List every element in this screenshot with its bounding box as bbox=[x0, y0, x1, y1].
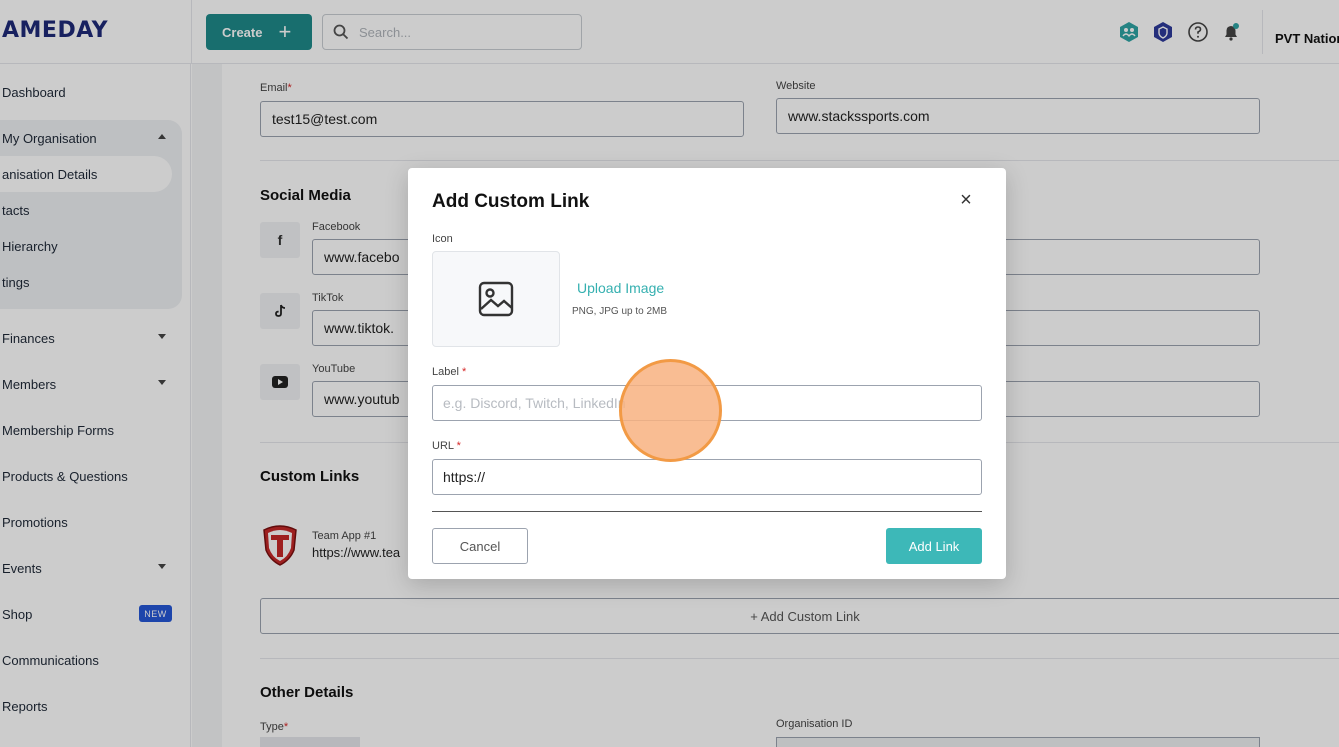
close-icon[interactable]: × bbox=[956, 190, 976, 210]
upload-hint: PNG, JPG up to 2MB bbox=[572, 306, 668, 317]
url-field-label: URL * bbox=[432, 440, 461, 452]
add-link-button[interactable]: Add Link bbox=[886, 528, 982, 564]
icon-label: Icon bbox=[432, 233, 453, 245]
cancel-button[interactable]: Cancel bbox=[432, 528, 528, 564]
click-indicator bbox=[619, 359, 722, 462]
url-input[interactable] bbox=[432, 459, 982, 495]
modal-title: Add Custom Link bbox=[432, 191, 590, 212]
icon-upload-area[interactable] bbox=[432, 251, 560, 347]
modal-footer-divider bbox=[432, 511, 982, 512]
label-field-label: Label * bbox=[432, 366, 467, 378]
image-placeholder-icon bbox=[478, 281, 514, 317]
upload-image-link[interactable]: Upload Image bbox=[577, 280, 664, 296]
